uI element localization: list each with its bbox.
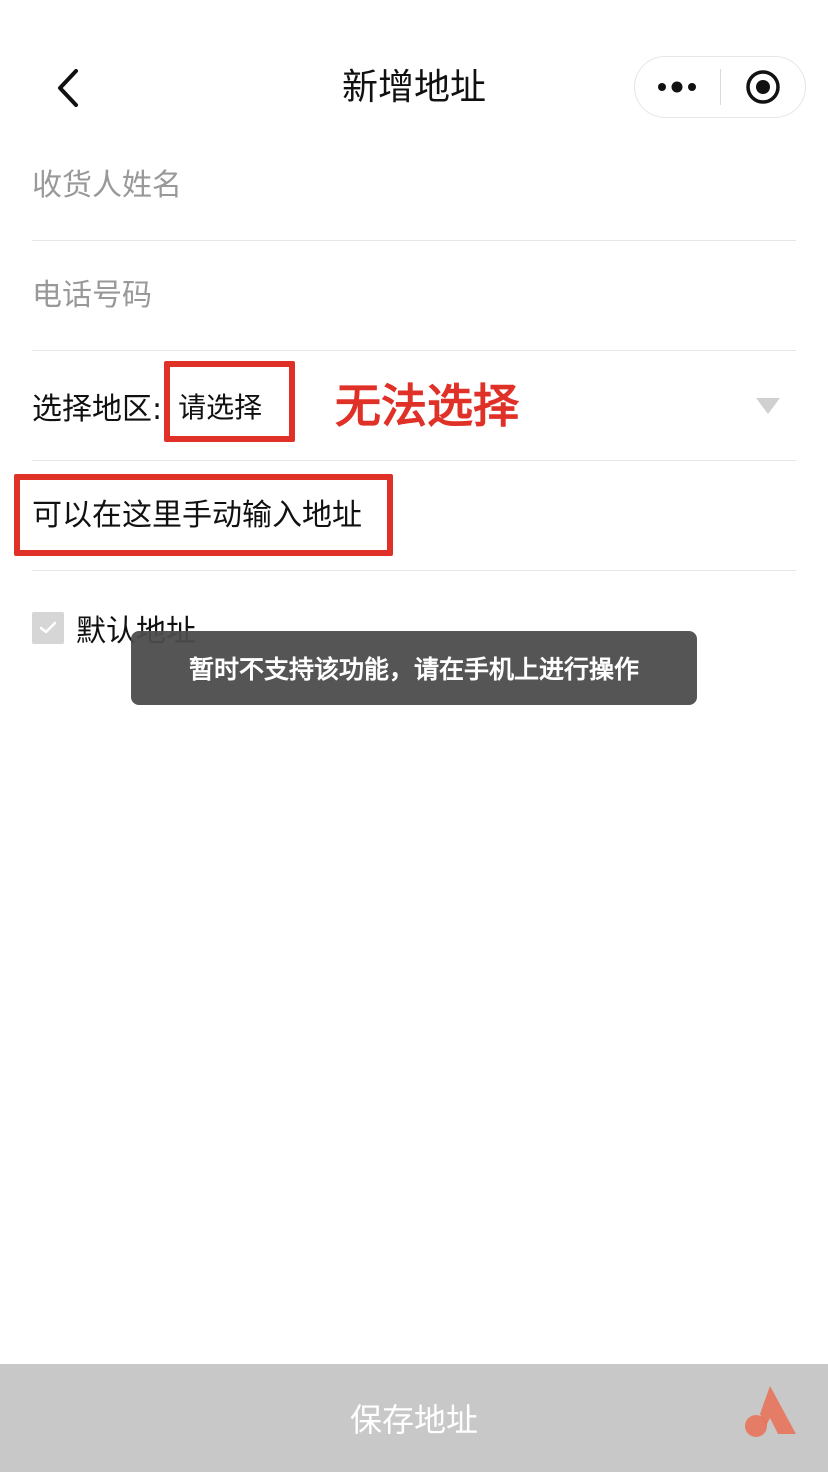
target-circle-icon: [746, 70, 780, 104]
toast-message: 暂时不支持该功能，请在手机上进行操作: [131, 631, 697, 705]
logo-watermark-icon: [745, 1386, 796, 1437]
annotation-box-address: [14, 474, 393, 556]
phone-row: [32, 241, 796, 351]
default-address-checkbox[interactable]: [32, 612, 64, 644]
mini-program-capsule: [634, 56, 806, 118]
annotation-text: 无法选择: [335, 379, 519, 433]
more-button[interactable]: [635, 57, 720, 117]
close-button[interactable]: [721, 57, 806, 117]
receiver-name-input[interactable]: [32, 168, 796, 203]
name-row: [32, 131, 796, 241]
more-dots-icon: [658, 81, 697, 93]
save-address-label: 保存地址: [349, 1401, 478, 1439]
save-address-button[interactable]: 保存地址: [0, 1364, 828, 1472]
annotation-box-region: [164, 361, 295, 442]
phone-number-input[interactable]: [32, 278, 796, 313]
dropdown-arrow-icon[interactable]: [756, 398, 780, 414]
check-icon: [39, 621, 57, 634]
region-label: 选择地区:: [32, 391, 163, 427]
